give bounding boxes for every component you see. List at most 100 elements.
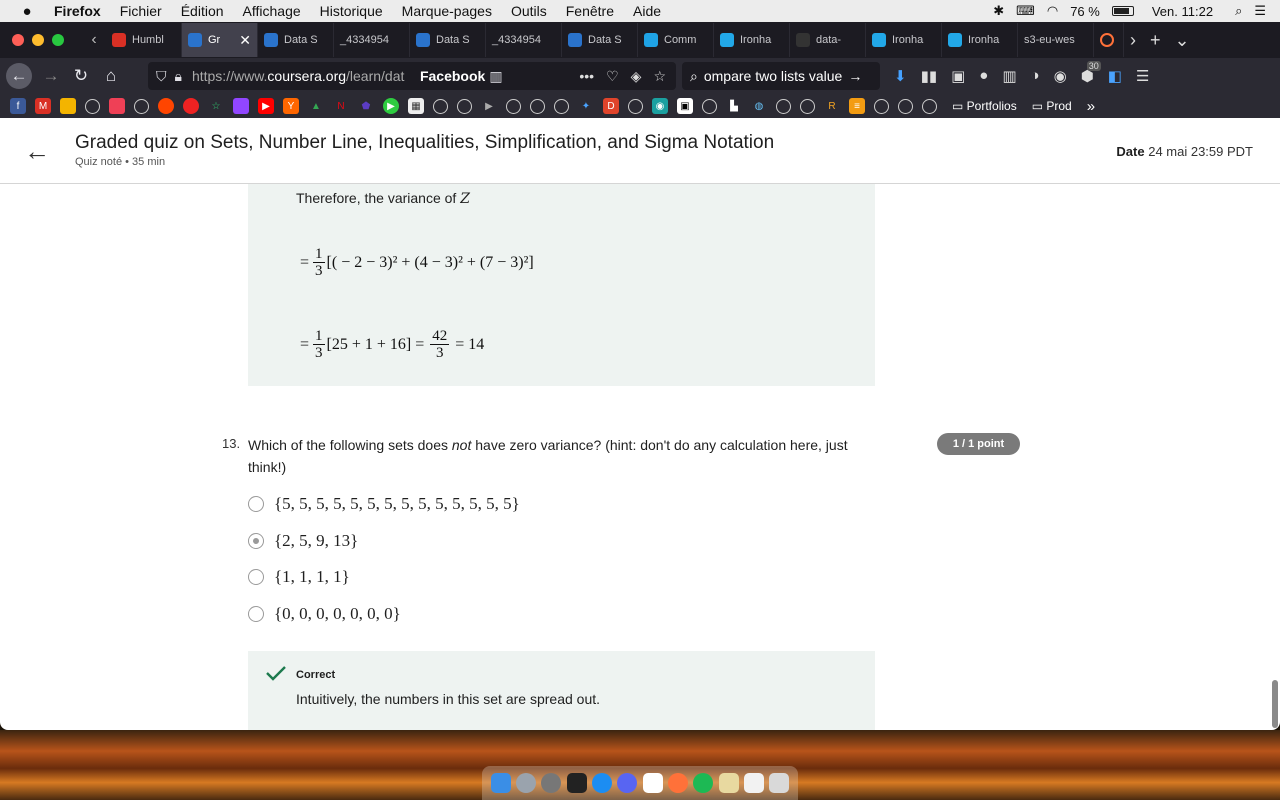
browser-tab[interactable]: data-: [790, 23, 866, 57]
radio-button[interactable]: [248, 606, 264, 622]
battery-icon[interactable]: [1111, 6, 1134, 16]
back-arrow-icon[interactable]: ←: [24, 136, 50, 167]
browser-tab[interactable]: Ironha: [714, 23, 790, 57]
globe-bookmark-icon[interactable]: [898, 98, 913, 114]
browser-tab[interactable]: Ironha: [866, 23, 942, 57]
answer-option-2[interactable]: {2, 5, 9, 13}: [248, 531, 358, 551]
spotlight-icon[interactable]: ⌕: [1235, 3, 1242, 19]
sidebar-icon[interactable]: ▣: [951, 67, 965, 85]
search-bar[interactable]: ⌕ ompare two lists value →: [682, 62, 880, 90]
pocket-bookmark-icon[interactable]: [109, 98, 125, 114]
globe-bookmark-icon[interactable]: [506, 98, 521, 114]
play-outline-bookmark-icon[interactable]: ▶: [481, 98, 497, 114]
downloads-stack-icon[interactable]: [718, 773, 739, 793]
globe-bookmark-icon[interactable]: [800, 98, 815, 114]
extension-ublock-icon[interactable]: ⬢ 30: [1081, 61, 1101, 85]
app-store-icon[interactable]: [591, 773, 612, 793]
bookmark-grid-icon[interactable]: ▦: [408, 98, 424, 114]
reload-button[interactable]: ↻: [66, 66, 96, 86]
forward-button[interactable]: →: [36, 66, 66, 86]
bookmark-blue-icon[interactable]: ✦: [578, 98, 594, 114]
bookmark-r-icon[interactable]: R: [824, 98, 840, 114]
bookmark-purple-icon[interactable]: ⬟: [358, 98, 374, 114]
zoom-window-button[interactable]: [52, 34, 64, 46]
finder-icon[interactable]: [490, 773, 511, 793]
play-bookmark-icon[interactable]: ▶: [383, 98, 399, 114]
bookmark-teal-icon[interactable]: ◉: [652, 98, 668, 114]
facebook-container-label[interactable]: Facebook: [420, 68, 485, 84]
spotify-icon[interactable]: [693, 773, 714, 793]
account-icon[interactable]: ●: [979, 67, 988, 85]
radio-button[interactable]: [248, 496, 264, 512]
browser-tab[interactable]: s3-eu-wes: [1018, 23, 1094, 57]
browser-tab[interactable]: _4334954: [334, 23, 410, 57]
menu-fichier[interactable]: Fichier: [120, 3, 162, 19]
browser-tab[interactable]: Data S: [258, 23, 334, 57]
menu-edition[interactable]: Édition: [181, 3, 224, 19]
new-tab-icon[interactable]: +: [1150, 30, 1161, 51]
facebook-container-icon[interactable]: ▥: [489, 68, 502, 85]
radio-button-selected[interactable]: [248, 533, 264, 549]
tag-icon[interactable]: ◈: [631, 68, 642, 85]
browser-tab[interactable]: Data S: [410, 23, 486, 57]
browser-tab[interactable]: Ironha: [942, 23, 1018, 57]
search-text[interactable]: ompare two lists value: [704, 68, 843, 84]
tab-firefox-view[interactable]: [1094, 23, 1124, 57]
radio-button[interactable]: [248, 569, 264, 585]
menu-marque-pages[interactable]: Marque-pages: [402, 3, 492, 19]
slack-icon[interactable]: [642, 773, 663, 793]
bookmark-dark-icon[interactable]: ▙: [726, 98, 742, 114]
control-center-icon[interactable]: ☰: [1254, 3, 1266, 19]
globe-bookmark-icon[interactable]: [628, 98, 643, 114]
keyboard-icon[interactable]: ⌨: [1016, 3, 1035, 19]
downloads-icon[interactable]: ⬇: [894, 67, 907, 85]
discord-icon[interactable]: [617, 773, 638, 793]
firefox-icon[interactable]: [667, 773, 688, 793]
apple-menu-icon[interactable]: ●: [18, 3, 36, 20]
trash-icon[interactable]: [769, 773, 790, 793]
globe-bookmark-icon[interactable]: [134, 98, 149, 114]
globe-bookmark-icon[interactable]: [457, 98, 472, 114]
answer-option-4[interactable]: {0, 0, 0, 0, 0, 0, 0}: [248, 604, 401, 624]
keep-bookmark-icon[interactable]: [60, 98, 76, 114]
close-window-button[interactable]: [12, 34, 24, 46]
extension-owl-icon[interactable]: ◉: [1054, 67, 1067, 85]
menu-historique[interactable]: Historique: [320, 3, 383, 19]
wifi-icon[interactable]: ◠: [1047, 3, 1058, 19]
back-button[interactable]: ←: [6, 63, 32, 89]
url-text[interactable]: https://www.coursera.org/learn/dat: [192, 68, 412, 84]
extension-audio-icon[interactable]: ◑: [1031, 67, 1040, 85]
answer-option-3[interactable]: {1, 1, 1, 1}: [248, 567, 350, 587]
menu-aide[interactable]: Aide: [633, 3, 661, 19]
hackernews-bookmark-icon[interactable]: Y: [283, 98, 299, 114]
netflix-bookmark-icon[interactable]: N: [333, 98, 349, 114]
clock[interactable]: Ven. 11:22: [1152, 4, 1213, 19]
twitch-bookmark-icon[interactable]: [233, 98, 249, 114]
documents-stack-icon[interactable]: [743, 773, 764, 793]
bookmark-red-icon[interactable]: [183, 98, 199, 114]
launchpad-icon[interactable]: [515, 773, 536, 793]
search-go-icon[interactable]: →: [848, 68, 862, 84]
globe-bookmark-icon[interactable]: [433, 98, 448, 114]
globe-bookmark-icon[interactable]: [554, 98, 569, 114]
pocket-icon[interactable]: ♡: [606, 68, 619, 85]
globe-bookmark-icon[interactable]: [776, 98, 791, 114]
tab-scroll-left-icon[interactable]: ‹: [82, 31, 106, 49]
battery-percent[interactable]: 76 %: [1070, 4, 1100, 19]
browser-tab[interactable]: Data S: [562, 23, 638, 57]
browser-tab[interactable]: _4334954: [486, 23, 562, 57]
home-button[interactable]: ⌂: [96, 66, 126, 86]
globe-bookmark-icon[interactable]: [85, 98, 100, 114]
globe-bookmark-icon[interactable]: [702, 98, 717, 114]
facebook-bookmark-icon[interactable]: f: [10, 98, 26, 114]
more-actions-icon[interactable]: •••: [579, 68, 594, 85]
system-preferences-icon[interactable]: [541, 773, 562, 793]
close-tab-icon[interactable]: ✕: [239, 32, 251, 49]
url-bar[interactable]: ⛉ 🔒︎ https://www.coursera.org/learn/dat …: [148, 62, 676, 90]
terminal-icon[interactable]: [566, 773, 587, 793]
globe-bookmark-icon[interactable]: [530, 98, 545, 114]
lock-icon[interactable]: 🔒︎: [175, 68, 182, 85]
menu-firefox[interactable]: Firefox: [54, 3, 101, 19]
gmail-bookmark-icon[interactable]: M: [35, 98, 51, 114]
scrollbar-thumb[interactable]: [1272, 680, 1278, 728]
